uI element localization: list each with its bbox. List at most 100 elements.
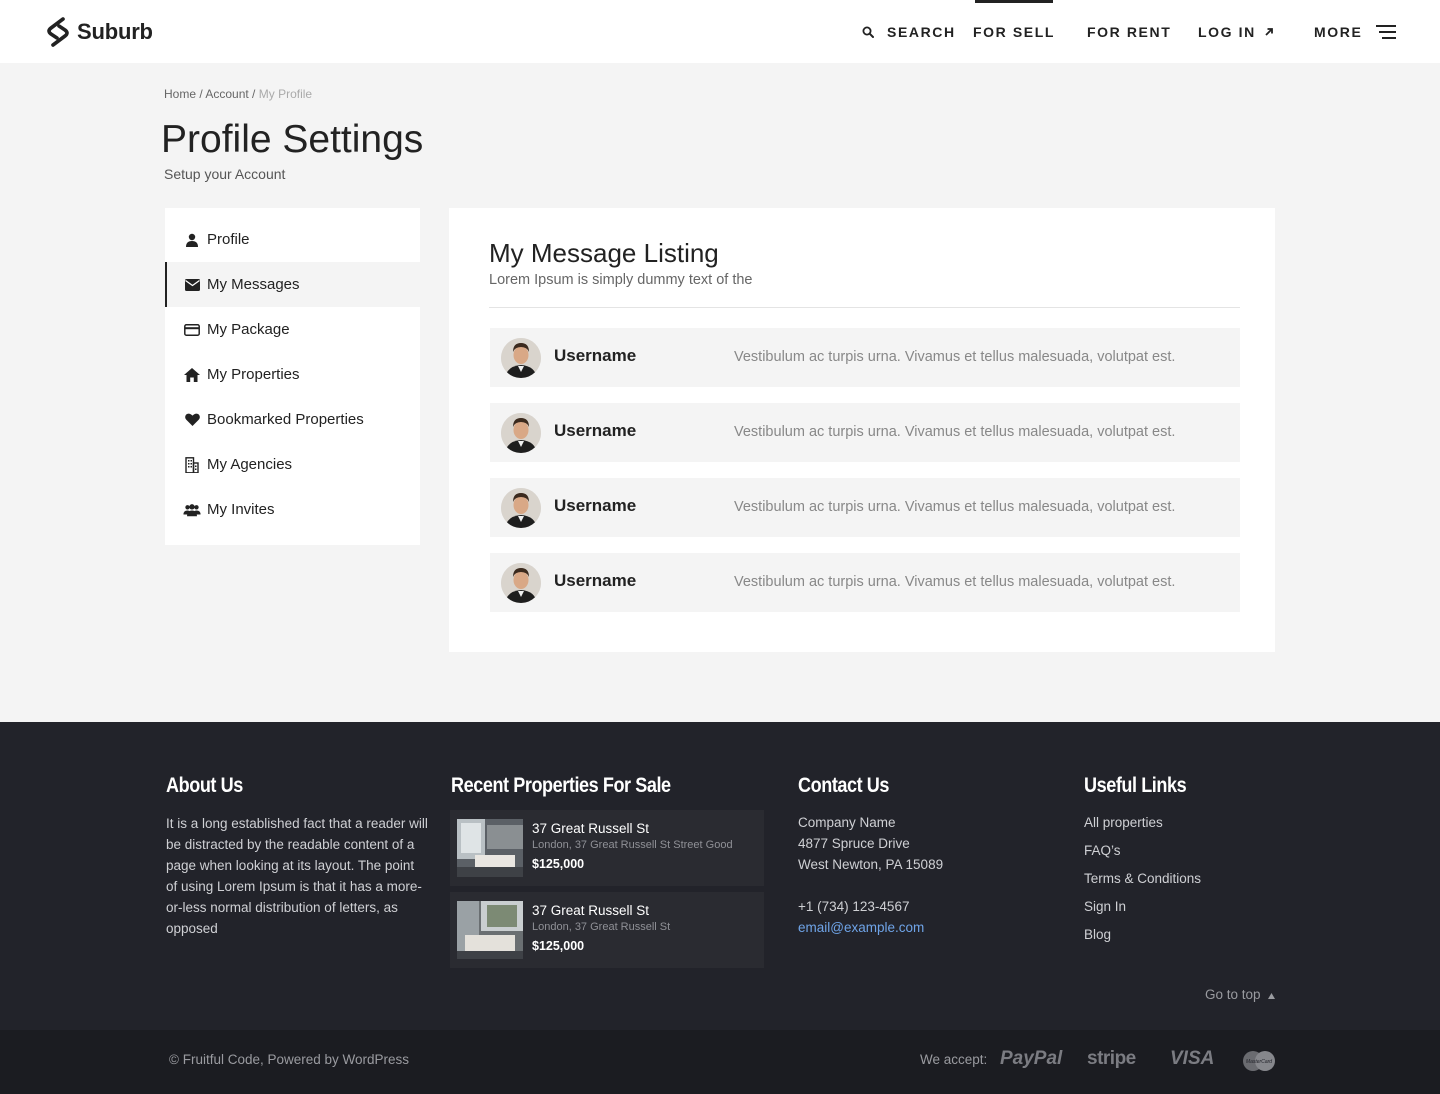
profile-sidebar: Profile My Messages My Package My Proper… — [165, 208, 420, 545]
mastercard-logo-text: MasterCard — [1246, 1059, 1272, 1065]
avatar — [501, 563, 541, 603]
message-preview: Vestibulum ac turpis urna. Vivamus et te… — [734, 349, 1176, 365]
message-preview: Vestibulum ac turpis urna. Vivamus et te… — [734, 574, 1176, 590]
nav-more-label: MORE — [1314, 23, 1363, 40]
sidebar-item-my-messages[interactable]: My Messages — [165, 262, 420, 307]
contact-phone: +1 (734) 123-4567 — [798, 899, 910, 914]
sidebar-item-label: My Messages — [207, 276, 300, 293]
message-username: Username — [554, 571, 637, 590]
property-title: 37 Great Russell St — [532, 903, 650, 918]
page-subtitle: Setup your Account — [164, 166, 286, 182]
nav-for-rent-label: FOR RENT — [1087, 23, 1172, 40]
message-listing-panel: My Message Listing Lorem Ipsum is simply… — [449, 208, 1275, 652]
contact-street: 4877 Spruce Drive — [798, 836, 910, 851]
credit-card-icon — [183, 322, 201, 338]
panel-subtitle: Lorem Ipsum is simply dummy text of the — [489, 272, 753, 288]
breadcrumb-home[interactable]: Home — [164, 87, 196, 101]
nav-for-sell[interactable]: FOR SELL — [972, 0, 1056, 63]
sidebar-item-bookmarked-properties[interactable]: Bookmarked Properties — [165, 397, 420, 442]
contact-city: West Newton, PA 15089 — [798, 857, 944, 872]
message-row[interactable]: Username Vestibulum ac turpis urna. Viva… — [490, 553, 1240, 612]
payment-accept-label: We accept: — [920, 1052, 988, 1067]
sidebar-item-my-package[interactable]: My Package — [165, 307, 420, 352]
footer-link-faq[interactable]: FAQ’s — [1084, 843, 1121, 858]
sidebar-item-my-agencies[interactable]: My Agencies — [165, 442, 420, 487]
hamburger-menu-icon — [1376, 24, 1397, 39]
footer-link-terms[interactable]: Terms & Conditions — [1084, 871, 1201, 886]
recent-property-card[interactable]: 37 Great Russell St London, 37 Great Rus… — [450, 892, 764, 968]
mastercard-logo-icon: MasterCard — [1243, 1051, 1275, 1071]
property-thumbnail — [457, 901, 523, 959]
home-icon — [183, 367, 201, 383]
footer-heading-recent: Recent Properties For Sale — [451, 774, 671, 797]
caret-up-icon — [1268, 993, 1276, 999]
breadcrumb-current: My Profile — [258, 87, 313, 101]
contact-email-link[interactable]: email@example.com — [798, 920, 924, 935]
suburb-logo-icon — [47, 17, 69, 47]
panel-title: My Message Listing — [489, 238, 719, 268]
message-row[interactable]: Username Vestibulum ac turpis urna. Viva… — [490, 478, 1240, 537]
sidebar-item-label: Bookmarked Properties — [207, 411, 364, 428]
go-to-top-label: Go to top — [1205, 987, 1261, 1002]
sidebar-item-label: My Properties — [207, 366, 300, 383]
breadcrumb: Home / Account / My Profile — [164, 87, 312, 101]
sidebar-item-label: My Invites — [207, 501, 275, 518]
user-icon — [183, 232, 201, 248]
property-address: London, 37 Great Russell St Street Good — [532, 839, 733, 851]
search-icon — [862, 26, 874, 38]
footer-heading-links: Useful Links — [1084, 774, 1187, 797]
nav-search[interactable]: SEARCH — [862, 0, 956, 63]
nav-log-in[interactable]: LOG IN — [1198, 0, 1274, 63]
property-price: $125,000 — [532, 939, 585, 953]
users-icon — [183, 502, 201, 518]
footer-link-all-properties[interactable]: All properties — [1084, 815, 1163, 830]
site-footer: About Us It is a long established fact t… — [0, 722, 1440, 1030]
sidebar-item-profile[interactable]: Profile — [165, 217, 420, 262]
message-row[interactable]: Username Vestibulum ac turpis urna. Viva… — [490, 403, 1240, 462]
contact-company: Company Name — [798, 815, 896, 830]
property-thumbnail — [457, 819, 523, 877]
sidebar-item-label: My Package — [207, 321, 290, 338]
property-address: London, 37 Great Russell St — [532, 921, 671, 933]
footer-heading-about: About Us — [166, 774, 243, 797]
nav-log-in-label: LOG IN — [1198, 23, 1256, 40]
message-row[interactable]: Username Vestibulum ac turpis urna. Viva… — [490, 328, 1240, 387]
sidebar-item-my-invites[interactable]: My Invites — [165, 487, 420, 532]
message-preview: Vestibulum ac turpis urna. Vivamus et te… — [734, 424, 1176, 440]
nav-active-indicator — [975, 0, 1053, 3]
message-preview: Vestibulum ac turpis urna. Vivamus et te… — [734, 499, 1176, 515]
nav-for-rent[interactable]: FOR RENT — [1087, 0, 1171, 63]
avatar — [501, 413, 541, 453]
message-username: Username — [554, 421, 637, 440]
footer-link-blog[interactable]: Blog — [1084, 927, 1111, 942]
breadcrumb-account[interactable]: Account — [205, 87, 248, 101]
visa-logo: VISA — [1170, 1048, 1215, 1069]
property-title: 37 Great Russell St — [532, 821, 650, 836]
paypal-logo: PayPal — [1000, 1048, 1063, 1069]
nav-search-label: SEARCH — [887, 23, 956, 40]
property-price: $125,000 — [532, 857, 585, 871]
heart-icon — [183, 412, 201, 428]
site-header: Suburb SEARCH FOR SELL FOR RENT LOG IN M… — [0, 0, 1440, 63]
sidebar-item-label: My Agencies — [207, 456, 293, 473]
message-username: Username — [554, 346, 637, 365]
footer-link-sign-in[interactable]: Sign In — [1084, 899, 1126, 914]
envelope-icon — [183, 277, 201, 293]
recent-property-card[interactable]: 37 Great Russell St London, 37 Great Rus… — [450, 810, 764, 886]
avatar — [501, 488, 541, 528]
site-logo[interactable]: Suburb — [45, 17, 153, 47]
avatar — [501, 338, 541, 378]
copyright-text: © Fruitful Code, Powered by WordPress — [169, 1052, 410, 1067]
nav-for-sell-label: FOR SELL — [972, 23, 1056, 40]
page-title: Profile Settings — [161, 118, 424, 161]
footer-heading-contact: Contact Us — [798, 774, 890, 797]
building-icon — [183, 456, 201, 473]
arrow-up-right-icon — [1265, 27, 1273, 36]
breadcrumb-separator: / — [196, 87, 206, 101]
breadcrumb-separator: / — [248, 87, 259, 101]
sidebar-item-label: Profile — [207, 231, 250, 248]
logo-text: Suburb — [77, 19, 153, 44]
nav-more[interactable]: MORE — [1314, 0, 1397, 63]
go-to-top-link[interactable]: Go to top — [1205, 987, 1276, 1002]
sidebar-item-my-properties[interactable]: My Properties — [165, 352, 420, 397]
